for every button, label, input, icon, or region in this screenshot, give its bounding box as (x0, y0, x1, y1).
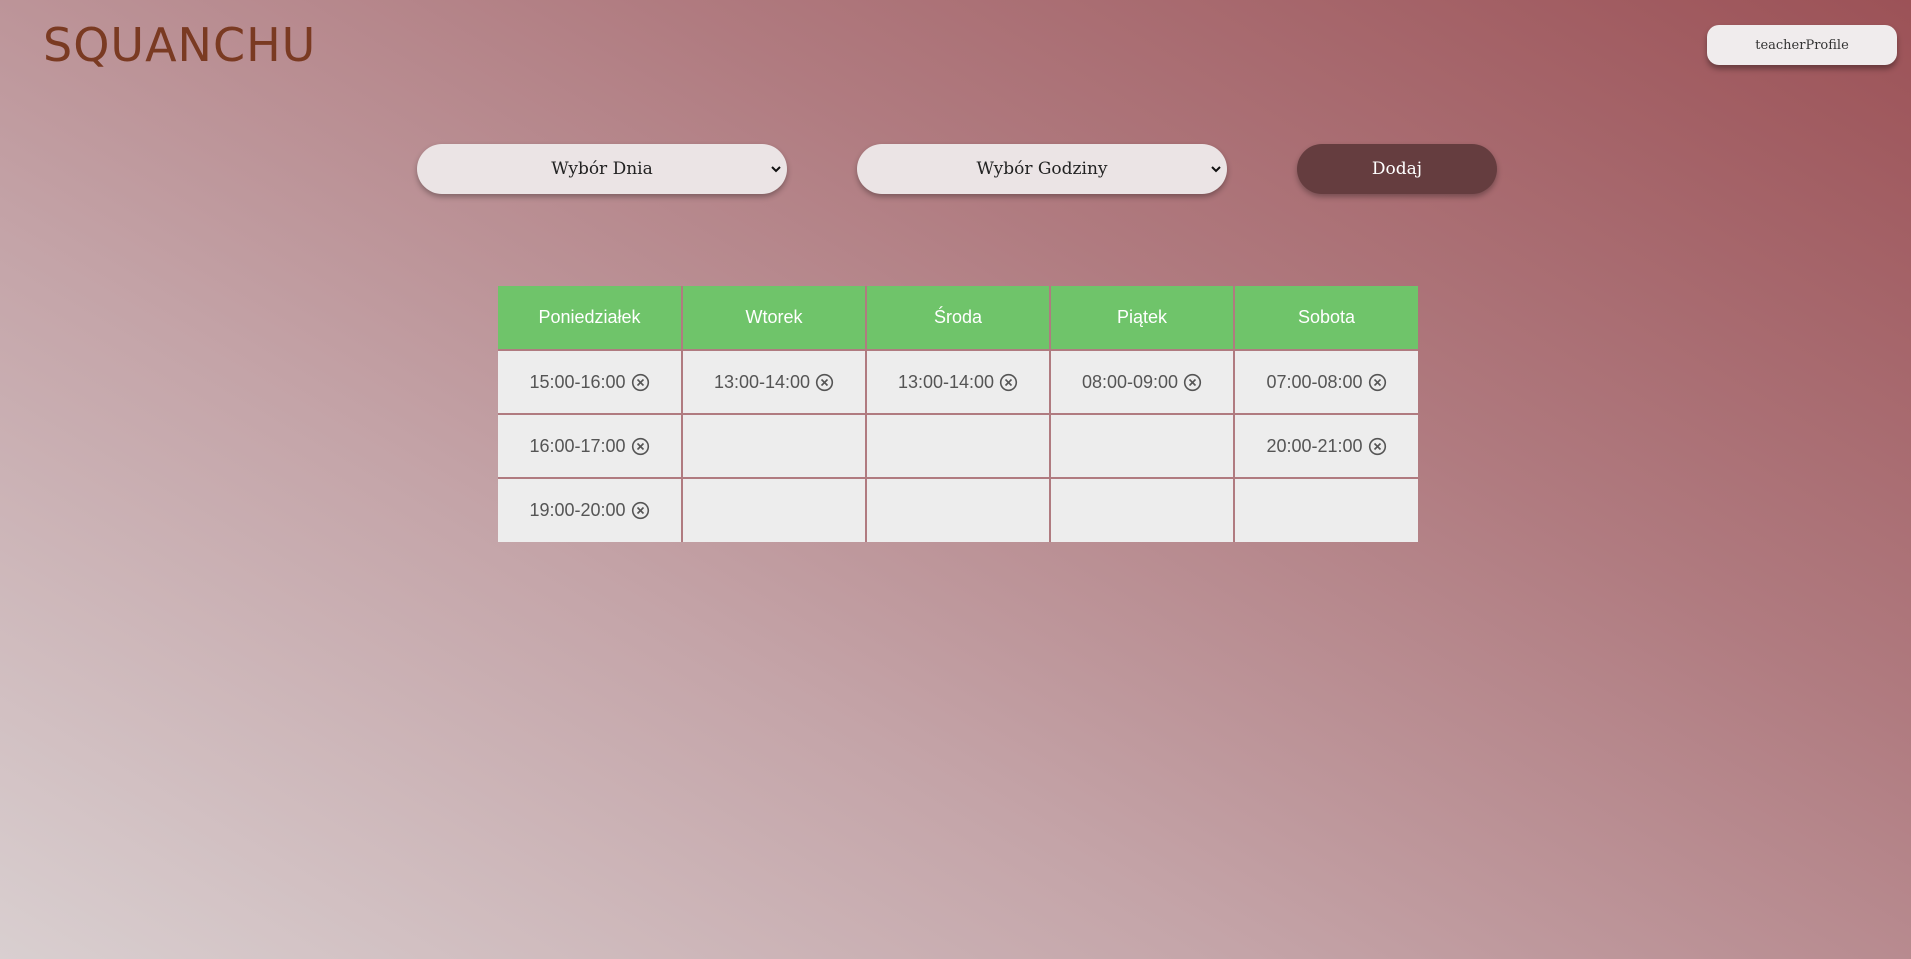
time-slot-label: 15:00-16:00 (529, 371, 626, 392)
remove-slot-icon[interactable] (1183, 373, 1202, 392)
schedule-header-row: Poniedziałek Wtorek Środa Piątek Sobota (498, 286, 1418, 350)
remove-slot-icon[interactable] (631, 373, 650, 392)
time-slot-label: 20:00-21:00 (1266, 435, 1363, 456)
day-header: Poniedziałek (498, 286, 683, 350)
schedule-cell: 15:00-16:00 (498, 349, 683, 414)
time-slot-label: 19:00-20:00 (529, 500, 626, 520)
time-slot-label: 13:00-14:00 (897, 371, 995, 392)
day-header: Środa (866, 286, 1051, 350)
time-slot: 20:00-21:00 (1266, 436, 1386, 457)
day-select-value: Wybór Dnia (551, 159, 653, 179)
chevron-down-icon (769, 162, 783, 176)
schedule-cell (866, 477, 1051, 542)
schedule-cell (682, 477, 867, 542)
teacher-profile-button[interactable]: teacherProfile (1707, 25, 1897, 65)
schedule-cell: 20:00-21:00 (1234, 413, 1418, 478)
remove-slot-icon[interactable] (1368, 437, 1387, 456)
time-slot: 15:00-16:00 (529, 372, 649, 393)
remove-slot-icon[interactable] (999, 373, 1018, 392)
schedule-cell: 19:00-20:00 (498, 477, 683, 542)
day-header: Sobota (1234, 286, 1418, 350)
schedule-cell: 16:00-17:00 (498, 413, 683, 478)
time-slot: 07:00-08:00 (1266, 372, 1386, 393)
time-slot-label: 08:00-09:00 (1081, 371, 1179, 392)
time-slot: 19:00-20:00 (529, 500, 649, 521)
schedule-cell: 08:00-09:00 (1050, 349, 1235, 414)
schedule-cell (682, 413, 867, 478)
schedule-row: 19:00-20:00 (498, 477, 1418, 542)
time-slot: 13:00-14:00 (898, 372, 1018, 393)
schedule-table: Poniedziałek Wtorek Środa Piątek Sobota 15:0… (498, 286, 1418, 542)
chevron-down-icon (1209, 162, 1223, 176)
time-slot-label: 07:00-08:00 (1266, 371, 1363, 392)
day-header: Wtorek (682, 286, 867, 350)
schedule-row: 16:00-17:00 20:00-21:00 (498, 413, 1418, 478)
schedule-cell (1050, 413, 1235, 478)
hour-select[interactable]: Wybór Godziny (857, 144, 1227, 194)
schedule-cell: 07:00-08:00 (1234, 349, 1418, 414)
remove-slot-icon[interactable] (815, 373, 834, 392)
hour-select-value: Wybór Godziny (976, 159, 1108, 179)
time-slot-label: 13:00-14:00 (713, 371, 811, 392)
logo: SQUANCHU (43, 18, 317, 72)
time-slot: 13:00-14:00 (714, 372, 834, 393)
remove-slot-icon[interactable] (631, 501, 650, 520)
schedule-cell (866, 413, 1051, 478)
schedule-cell (1050, 477, 1235, 542)
time-slot: 16:00-17:00 (529, 436, 649, 457)
schedule-cell: 13:00-14:00 (866, 349, 1051, 414)
schedule-cell: 13:00-14:00 (682, 349, 867, 414)
day-header: Piątek (1050, 286, 1235, 350)
time-slot-label: 16:00-17:00 (529, 435, 626, 456)
time-slot: 08:00-09:00 (1082, 372, 1202, 393)
schedule-cell (1234, 477, 1418, 542)
schedule-row: 15:00-16:00 13:00-14:00 13:00-14:00 08:00-0… (498, 349, 1418, 414)
day-select[interactable]: Wybór Dnia (417, 144, 787, 194)
remove-slot-icon[interactable] (1368, 373, 1387, 392)
remove-slot-icon[interactable] (631, 437, 650, 456)
add-button[interactable]: Dodaj (1297, 144, 1497, 194)
